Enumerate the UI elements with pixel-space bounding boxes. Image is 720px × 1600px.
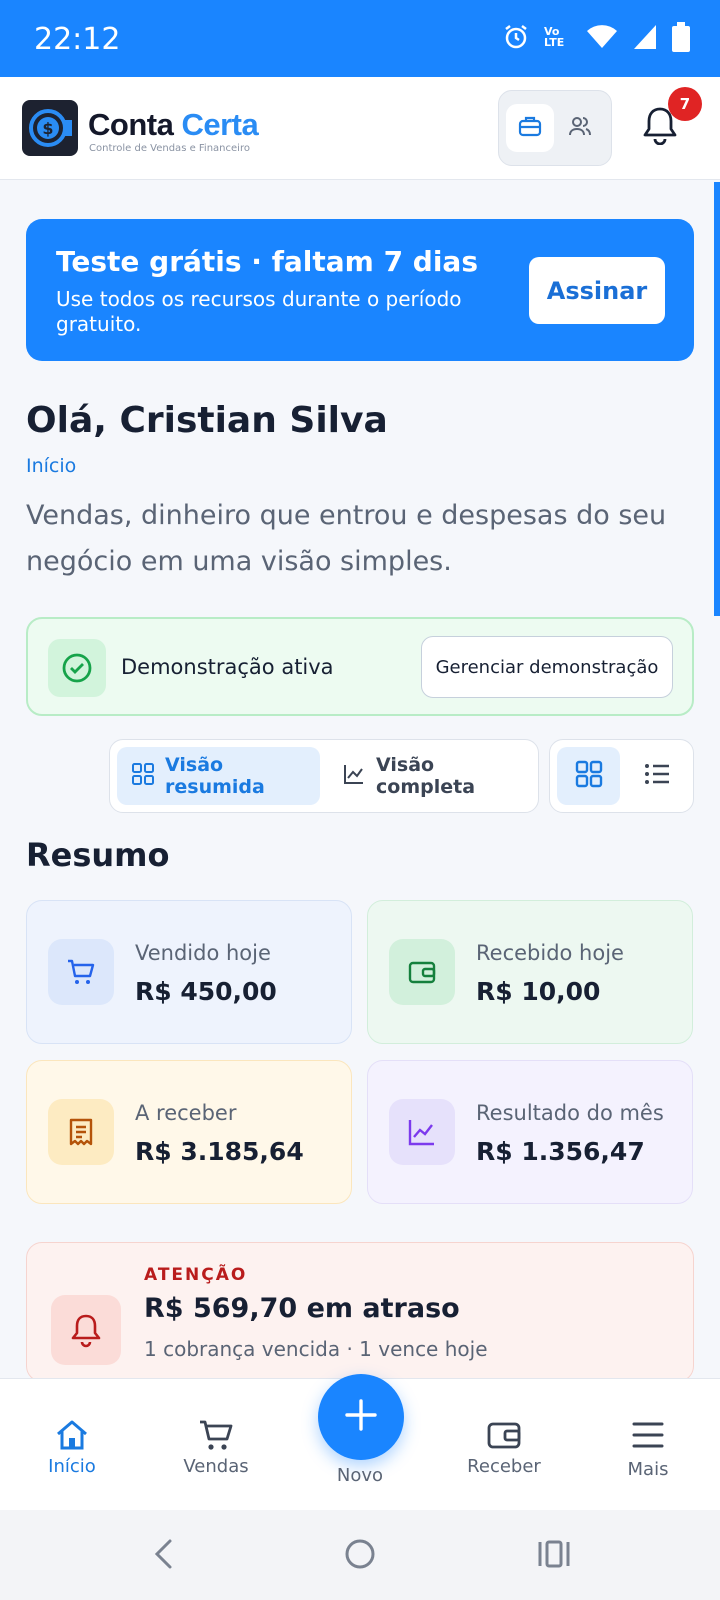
card-value: R$ 1.356,47 bbox=[476, 1137, 645, 1166]
status-time: 22:12 bbox=[34, 22, 121, 57]
menu-icon bbox=[628, 1415, 668, 1455]
card-label: Vendido hoje bbox=[135, 941, 271, 965]
brand-name: Conta Certa bbox=[88, 107, 259, 143]
sold-today-card[interactable]: Vendido hoje R$ 450,00 bbox=[26, 900, 352, 1044]
check-circle-icon bbox=[48, 639, 106, 697]
home-system-button[interactable] bbox=[336, 1532, 384, 1580]
tab-full-label: Visão completa bbox=[376, 754, 476, 798]
card-value: R$ 450,00 bbox=[135, 977, 277, 1006]
manage-demo-button[interactable]: Gerenciar demonstração bbox=[421, 636, 673, 698]
card-label: Recebido hoje bbox=[476, 941, 624, 965]
card-label: Resultado do mês bbox=[476, 1101, 664, 1125]
grid-icon bbox=[575, 760, 603, 792]
battery-icon bbox=[672, 22, 690, 52]
cart-icon bbox=[48, 939, 114, 1005]
users-icon bbox=[567, 113, 593, 143]
scrollbar[interactable] bbox=[714, 182, 720, 616]
brand-subtitle: Controle de Vendas e Financeiro bbox=[89, 143, 250, 154]
nav-new-label: Novo bbox=[336, 1465, 384, 1486]
status-bar: 22:12 Vo LTE bbox=[0, 0, 720, 77]
line-chart-icon bbox=[342, 762, 366, 791]
plus-icon bbox=[343, 1397, 379, 1437]
back-button[interactable] bbox=[140, 1532, 188, 1580]
status-icons: Vo LTE bbox=[502, 22, 690, 52]
trial-banner: Teste grátis · faltam 7 dias Use todos o… bbox=[26, 219, 694, 361]
wifi-icon bbox=[586, 24, 618, 50]
wallet-icon bbox=[389, 939, 455, 1005]
intro-text: Vendas, dinheiro que entrou e despesas d… bbox=[26, 500, 667, 577]
team-role-button[interactable] bbox=[556, 104, 604, 152]
svg-text:$: $ bbox=[42, 119, 53, 138]
summary-title: Resumo bbox=[26, 836, 170, 874]
back-icon bbox=[152, 1538, 176, 1574]
alarm-icon bbox=[502, 23, 530, 51]
trend-chart-icon bbox=[389, 1099, 455, 1165]
brand-part-2: Certa bbox=[181, 107, 259, 142]
logo-icon: $ bbox=[22, 100, 78, 156]
alert-subtitle: 1 cobrança vencida · 1 vence hoje bbox=[144, 1337, 488, 1361]
nav-receive[interactable]: Receber bbox=[444, 1379, 564, 1511]
system-nav-bar bbox=[0, 1510, 720, 1600]
grid-layout-button[interactable] bbox=[557, 747, 620, 805]
trial-description: Use todos os recursos durante o período … bbox=[56, 287, 462, 336]
nav-home-label: Início bbox=[48, 1456, 96, 1477]
layout-toggle bbox=[549, 739, 694, 813]
overdue-alert[interactable]: ATENÇÃO R$ 569,70 em atraso 1 cobrança v… bbox=[26, 1242, 694, 1382]
view-toggle: Visão resumida Visão completa bbox=[109, 739, 539, 813]
app-header: $ Conta Certa Controle de Vendas e Finan… bbox=[0, 77, 720, 180]
brand-part-1: Conta bbox=[88, 107, 174, 142]
breadcrumb[interactable]: Início bbox=[26, 455, 76, 477]
tab-summary-view[interactable]: Visão resumida bbox=[117, 747, 320, 805]
new-button[interactable] bbox=[318, 1374, 404, 1460]
trial-title: Teste grátis · faltam 7 dias bbox=[56, 245, 478, 278]
tab-full-view[interactable]: Visão completa bbox=[330, 747, 533, 805]
cart-icon bbox=[196, 1415, 236, 1455]
tab-summary-label: Visão resumida bbox=[165, 754, 265, 798]
business-role-button[interactable] bbox=[506, 104, 554, 152]
receipt-icon bbox=[48, 1099, 114, 1165]
grid-icon bbox=[131, 762, 155, 791]
wallet-icon bbox=[484, 1415, 524, 1455]
monthly-result-card[interactable]: Resultado do mês R$ 1.356,47 bbox=[367, 1060, 693, 1204]
list-icon bbox=[643, 760, 671, 792]
nav-more-label: Mais bbox=[627, 1459, 669, 1480]
nav-sales[interactable]: Vendas bbox=[156, 1379, 276, 1511]
recents-button[interactable] bbox=[530, 1532, 578, 1580]
role-switch bbox=[498, 90, 612, 166]
card-value: R$ 10,00 bbox=[476, 977, 601, 1006]
recents-icon bbox=[537, 1539, 571, 1573]
demo-label: Demonstração ativa bbox=[121, 655, 334, 679]
home-icon bbox=[52, 1415, 92, 1455]
card-label: A receber bbox=[135, 1101, 237, 1125]
card-value: R$ 3.185,64 bbox=[135, 1137, 304, 1166]
nav-home[interactable]: Início bbox=[12, 1379, 132, 1511]
nav-more[interactable]: Mais bbox=[588, 1379, 708, 1511]
alert-kicker: ATENÇÃO bbox=[144, 1265, 248, 1285]
receivable-card[interactable]: A receber R$ 3.185,64 bbox=[26, 1060, 352, 1204]
subscribe-button[interactable]: Assinar bbox=[529, 257, 665, 324]
volte-icon: Vo LTE bbox=[544, 25, 565, 49]
briefcase-icon bbox=[517, 113, 543, 143]
page-title: Olá, Cristian Silva bbox=[26, 400, 388, 441]
demo-card: Demonstração ativa Gerenciar demonstraçã… bbox=[26, 617, 694, 716]
list-layout-button[interactable] bbox=[625, 747, 688, 805]
alert-title: R$ 569,70 em atraso bbox=[144, 1293, 460, 1324]
nav-sales-label: Vendas bbox=[183, 1456, 249, 1477]
bell-icon bbox=[51, 1295, 121, 1365]
nav-receive-label: Receber bbox=[467, 1456, 541, 1477]
received-today-card[interactable]: Recebido hoje R$ 10,00 bbox=[367, 900, 693, 1044]
notification-badge: 7 bbox=[668, 87, 702, 121]
signal-icon bbox=[632, 23, 658, 51]
circle-icon bbox=[344, 1538, 376, 1574]
